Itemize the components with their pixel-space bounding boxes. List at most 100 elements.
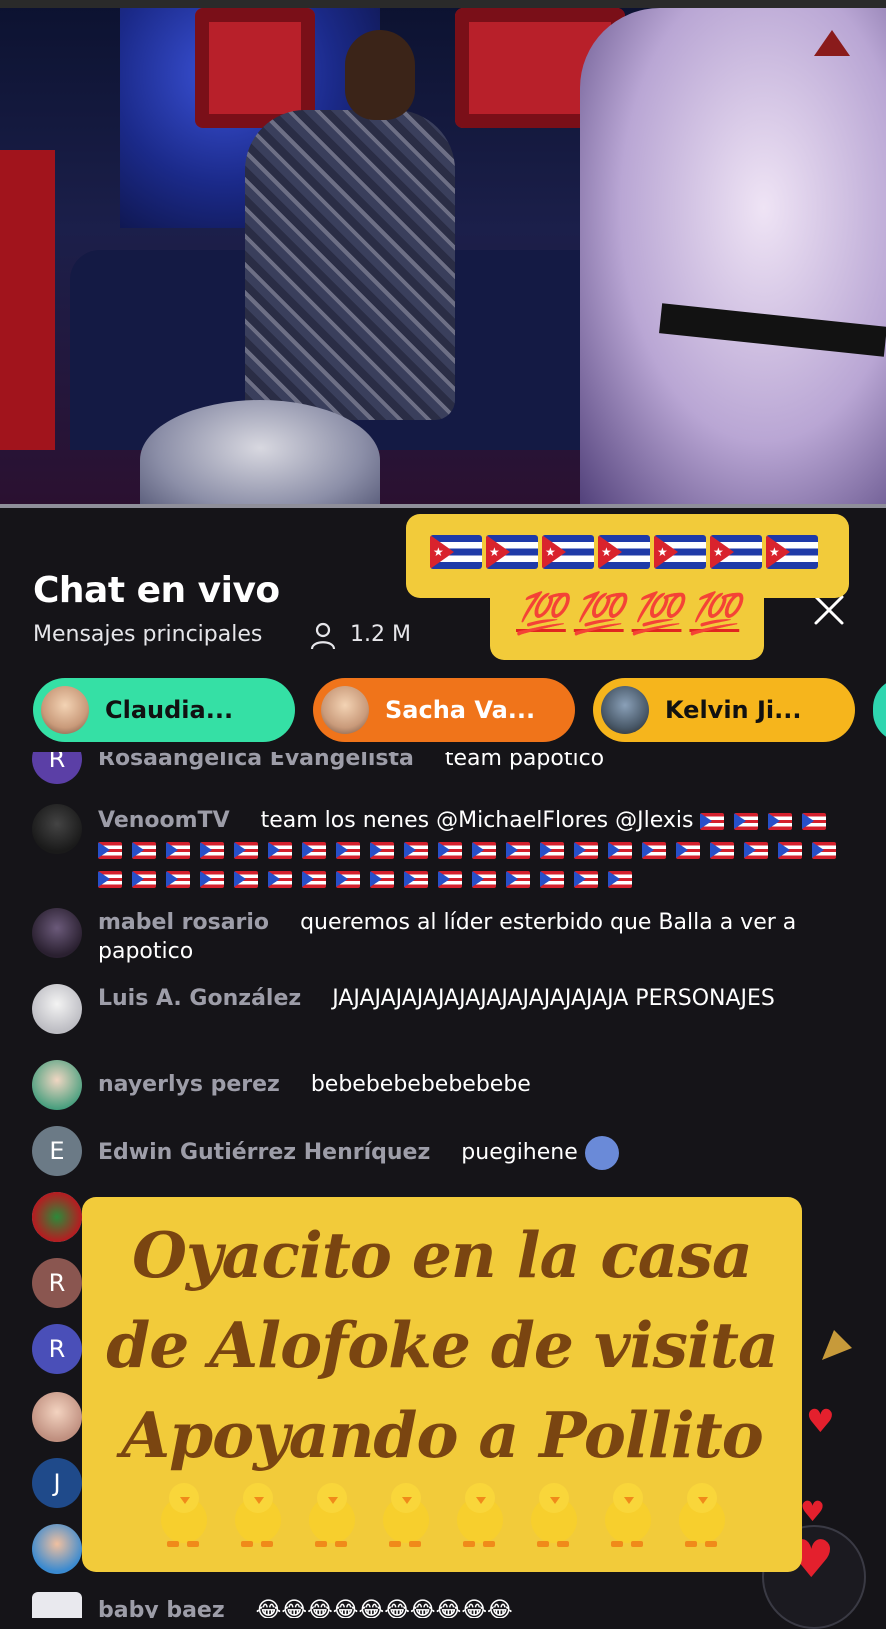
avatar[interactable] [32, 1060, 82, 1110]
video-divider [0, 504, 886, 508]
gifter-chip-kelvin[interactable]: Kelvin Ji... [593, 678, 855, 742]
avatar[interactable] [32, 804, 82, 854]
baby-chick-icon [669, 1479, 733, 1547]
puerto-rico-flag-icon [608, 841, 632, 859]
avatar [321, 686, 369, 734]
promo-line-2: de Alofoke de visita [106, 1308, 779, 1382]
hundred-points-icon: 💯 [573, 590, 624, 637]
hundred-emoji-row: 💯 💯 💯 💯 [516, 590, 747, 637]
video-person-standing [580, 8, 886, 508]
puerto-rico-flag-icon [812, 841, 836, 859]
avatar[interactable] [32, 1192, 82, 1242]
puerto-rico-flag-icon [200, 841, 224, 859]
message-author[interactable]: baby baez [98, 1598, 225, 1618]
puerto-rico-flag-icon [336, 841, 360, 859]
gifter-name: Claudia... [105, 696, 234, 724]
avatar [601, 686, 649, 734]
promo-caption: Oyacito en la casa de Alofoke de visita … [82, 1210, 802, 1480]
puerto-rico-flag-icon [370, 841, 394, 859]
message-text: puegihene [461, 1140, 578, 1165]
avatar[interactable]: E [32, 1126, 82, 1176]
puerto-rico-flag-icon [768, 812, 793, 830]
puerto-rico-flag-icon [166, 870, 190, 888]
avatar[interactable] [32, 1592, 82, 1618]
puerto-rico-flag-icon [200, 870, 224, 888]
puerto-rico-flag-icon [234, 870, 258, 888]
troll-emoji-icon [584, 1136, 619, 1170]
top-gifters-row: Claudia... Sacha Va... Kelvin Ji... [33, 678, 886, 746]
baby-chick-icon [225, 1479, 289, 1547]
message-text: team papotico [444, 752, 605, 771]
puerto-rico-flag-icon [744, 841, 768, 859]
viewer-count: 1.2 M [350, 622, 411, 647]
baby-chick-icon [521, 1479, 585, 1547]
chat-message: VenoomTV team los nenes @MichaelFlores @… [32, 804, 852, 893]
baby-chick-icon [595, 1479, 659, 1547]
puerto-rico-flag-icon [540, 841, 564, 859]
avatar[interactable]: J [32, 1458, 82, 1508]
puerto-rico-flag-icon [438, 841, 462, 859]
close-icon[interactable] [812, 593, 846, 627]
avatar[interactable]: R [32, 1324, 82, 1374]
floating-heart-icon: ♥ [806, 1402, 835, 1440]
message-text: 😂😂😂😂😂😂😂😂😂😂 [255, 1598, 513, 1618]
gifter-chip-sacha[interactable]: Sacha Va... [313, 678, 575, 742]
puerto-rico-flag-icon [302, 841, 326, 859]
puerto-rico-flag-icon [574, 841, 598, 859]
status-bar [0, 0, 886, 8]
cuba-flag-icon [430, 534, 482, 569]
avatar[interactable] [32, 908, 82, 958]
puerto-rico-flag-icon [710, 841, 734, 859]
puerto-rico-flag-icon [132, 870, 156, 888]
puerto-rico-flag-icon [778, 841, 802, 859]
puerto-rico-flag-icon [676, 841, 700, 859]
puerto-rico-flag-icon [404, 870, 428, 888]
message-author[interactable]: Luis A. González [98, 986, 301, 1011]
puerto-rico-flag-icon [506, 870, 530, 888]
live-video-player[interactable] [0, 0, 886, 508]
chick-emoji-row [82, 1475, 802, 1547]
person-icon [310, 622, 336, 650]
puerto-rico-flag-icon [336, 870, 360, 888]
avatar [41, 686, 89, 734]
chat-message: R Rosaangelica Evangelista team papotico [32, 752, 852, 784]
gifter-chip-more[interactable] [873, 678, 886, 742]
gifter-chip-claudia[interactable]: Claudia... [33, 678, 295, 742]
puerto-rico-flag-icon [302, 870, 326, 888]
message-author[interactable]: Edwin Gutiérrez Henríquez [98, 1140, 430, 1165]
puerto-rico-flag-icon [268, 841, 292, 859]
message-author[interactable]: mabel rosario [98, 910, 269, 935]
cuba-flag-icon [710, 534, 762, 569]
chat-mode-selector[interactable]: Mensajes principales [33, 622, 262, 647]
puerto-rico-flag-icon [268, 870, 292, 888]
party-popper-icon [822, 1330, 852, 1360]
puerto-rico-flag-icon [700, 812, 725, 830]
puerto-rico-flag-icon [608, 870, 632, 888]
puerto-rico-flag-icon [370, 870, 394, 888]
hundred-points-icon: 💯 [631, 590, 682, 637]
cuba-flag-icon [766, 534, 818, 569]
floating-heart-icon: ♥ [800, 1495, 826, 1528]
cuba-flag-row [430, 530, 822, 570]
avatar[interactable] [32, 1392, 82, 1442]
message-author[interactable]: Rosaangelica Evangelista [98, 752, 414, 771]
cuba-flag-icon [654, 534, 706, 569]
puerto-rico-flag-icon [166, 841, 190, 859]
baby-chick-icon [151, 1479, 215, 1547]
chat-title: Chat en vivo [33, 570, 280, 611]
puerto-rico-flag-icon [540, 870, 564, 888]
baby-chick-icon [299, 1479, 363, 1547]
chat-message: Luis A. González JAJAJAJAJAJAJAJAJAJAJAJ… [32, 984, 852, 1034]
avatar[interactable] [32, 1524, 82, 1574]
avatar[interactable] [32, 984, 82, 1034]
puerto-rico-flag-icon [472, 841, 496, 859]
puerto-rico-flag-icon [642, 841, 666, 859]
gifter-name: Sacha Va... [385, 696, 536, 724]
avatar[interactable]: R [32, 1258, 82, 1308]
puerto-rico-flag-icon [98, 841, 122, 859]
video-table [140, 400, 380, 508]
message-author[interactable]: VenoomTV [98, 808, 230, 833]
puerto-rico-flag-icon [98, 870, 122, 888]
message-author[interactable]: nayerlys perez [98, 1072, 280, 1097]
avatar[interactable]: R [32, 752, 82, 784]
